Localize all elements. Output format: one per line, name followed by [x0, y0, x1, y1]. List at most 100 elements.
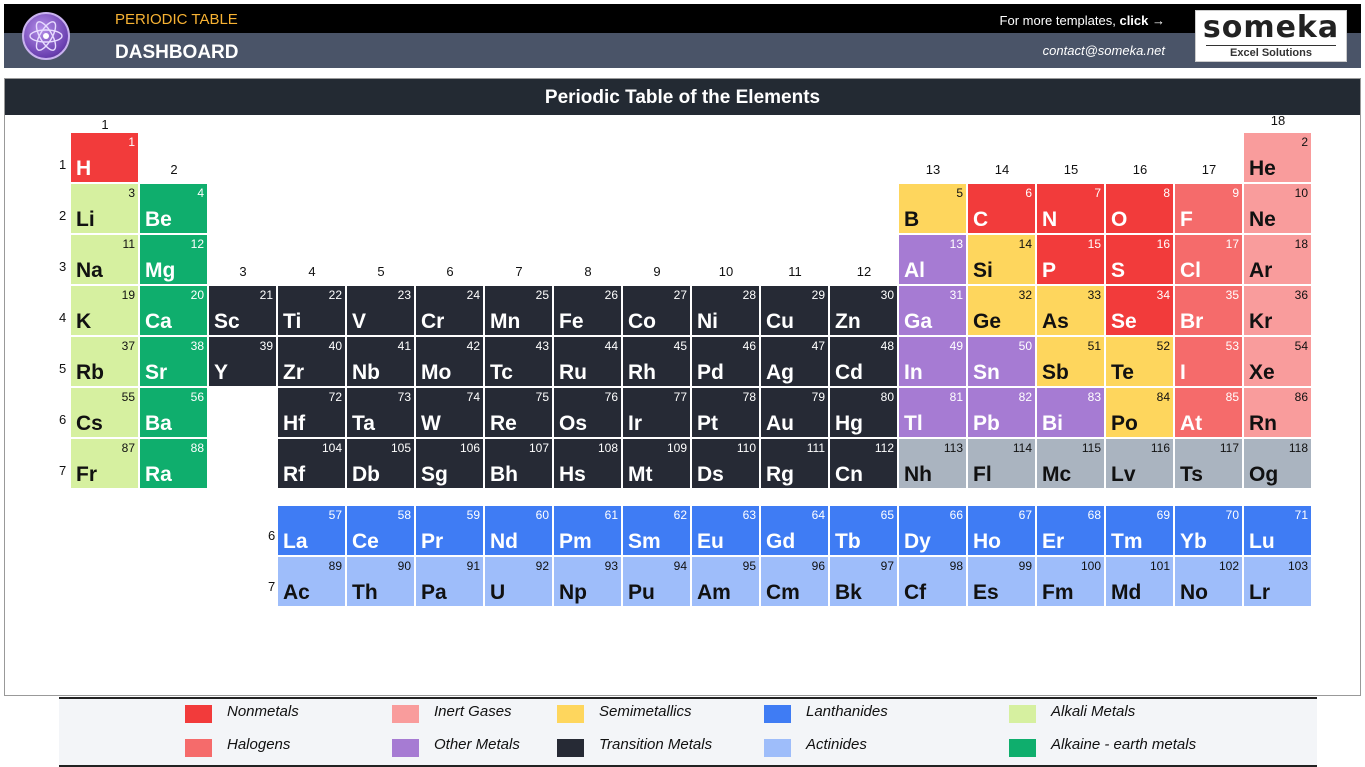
- element-cell-cl[interactable]: 17 Cl: [1175, 235, 1243, 285]
- element-cell-ni[interactable]: 28 Ni: [692, 286, 760, 336]
- element-cell-fr[interactable]: 87 Fr: [71, 439, 139, 489]
- element-cell-as[interactable]: 33 As: [1037, 286, 1105, 336]
- element-cell-bk[interactable]: 97 Bk: [830, 557, 898, 607]
- element-cell-nd[interactable]: 60 Nd: [485, 506, 553, 556]
- element-cell-ce[interactable]: 58 Ce: [347, 506, 415, 556]
- element-cell-sb[interactable]: 51 Sb: [1037, 337, 1105, 387]
- element-cell-mo[interactable]: 42 Mo: [416, 337, 484, 387]
- element-cell-pd[interactable]: 46 Pd: [692, 337, 760, 387]
- element-cell-mn[interactable]: 25 Mn: [485, 286, 553, 336]
- element-cell-li[interactable]: 3 Li: [71, 184, 139, 234]
- element-cell-rh[interactable]: 45 Rh: [623, 337, 691, 387]
- element-cell-ho[interactable]: 67 Ho: [968, 506, 1036, 556]
- element-cell-th[interactable]: 90 Th: [347, 557, 415, 607]
- element-cell-mg[interactable]: 12 Mg: [140, 235, 208, 285]
- element-cell-hg[interactable]: 80 Hg: [830, 388, 898, 438]
- element-cell-se[interactable]: 34 Se: [1106, 286, 1174, 336]
- element-cell-o[interactable]: 8O: [1106, 184, 1174, 234]
- element-cell-at[interactable]: 85 At: [1175, 388, 1243, 438]
- element-cell-pt[interactable]: 78 Pt: [692, 388, 760, 438]
- element-cell-os[interactable]: 76 Os: [554, 388, 622, 438]
- element-cell-i[interactable]: 53 I: [1175, 337, 1243, 387]
- element-cell-cm[interactable]: 96 Cm: [761, 557, 829, 607]
- element-cell-db[interactable]: 105 Db: [347, 439, 415, 489]
- element-cell-mc[interactable]: 115 Mc: [1037, 439, 1105, 489]
- element-cell-rn[interactable]: 86 Rn: [1244, 388, 1312, 438]
- element-cell-bi[interactable]: 83 Bi: [1037, 388, 1105, 438]
- element-cell-sc[interactable]: 21 Sc: [209, 286, 277, 336]
- element-cell-np[interactable]: 93 Np: [554, 557, 622, 607]
- element-cell-n[interactable]: 7N: [1037, 184, 1105, 234]
- element-cell-cu[interactable]: 29 Cu: [761, 286, 829, 336]
- element-cell-zr[interactable]: 40 Zr: [278, 337, 346, 387]
- element-cell-co[interactable]: 27 Co: [623, 286, 691, 336]
- element-cell-eu[interactable]: 63 Eu: [692, 506, 760, 556]
- element-cell-k[interactable]: 19 K: [71, 286, 139, 336]
- more-templates-link[interactable]: For more templates, click →: [1000, 13, 1165, 28]
- element-cell-rf[interactable]: 104 Rf: [278, 439, 346, 489]
- element-cell-ac[interactable]: 89 Ac: [278, 557, 346, 607]
- element-cell-u[interactable]: 92 U: [485, 557, 553, 607]
- element-cell-tm[interactable]: 69 Tm: [1106, 506, 1174, 556]
- element-cell-sr[interactable]: 38 Sr: [140, 337, 208, 387]
- element-cell-rb[interactable]: 37 Rb: [71, 337, 139, 387]
- element-cell-kr[interactable]: 36 Kr: [1244, 286, 1312, 336]
- element-cell-mt[interactable]: 109 Mt: [623, 439, 691, 489]
- element-cell-be[interactable]: 4 Be: [140, 184, 208, 234]
- element-cell-lv[interactable]: 116 Lv: [1106, 439, 1174, 489]
- element-cell-ru[interactable]: 44 Ru: [554, 337, 622, 387]
- element-cell-ra[interactable]: 88 Ra: [140, 439, 208, 489]
- element-cell-pm[interactable]: 61 Pm: [554, 506, 622, 556]
- element-cell-zn[interactable]: 30 Zn: [830, 286, 898, 336]
- element-cell-la[interactable]: 57 La: [278, 506, 346, 556]
- element-cell-cr[interactable]: 24 Cr: [416, 286, 484, 336]
- element-cell-lu[interactable]: 71 Lu: [1244, 506, 1312, 556]
- element-cell-nh[interactable]: 113 Nh: [899, 439, 967, 489]
- element-cell-sg[interactable]: 106 Sg: [416, 439, 484, 489]
- element-cell-fe[interactable]: 26 Fe: [554, 286, 622, 336]
- element-cell-al[interactable]: 13 Al: [899, 235, 967, 285]
- element-cell-si[interactable]: 14 Si: [968, 235, 1036, 285]
- element-cell-nb[interactable]: 41 Nb: [347, 337, 415, 387]
- element-cell-md[interactable]: 101 Md: [1106, 557, 1174, 607]
- element-cell-tc[interactable]: 43 Tc: [485, 337, 553, 387]
- element-cell-pb[interactable]: 82 Pb: [968, 388, 1036, 438]
- element-cell-f[interactable]: 9F: [1175, 184, 1243, 234]
- element-cell-na[interactable]: 11 Na: [71, 235, 139, 285]
- element-cell-hs[interactable]: 108 Hs: [554, 439, 622, 489]
- element-cell-cf[interactable]: 98 Cf: [899, 557, 967, 607]
- element-cell-in[interactable]: 49 In: [899, 337, 967, 387]
- element-cell-h[interactable]: 1H: [71, 133, 139, 183]
- element-cell-p[interactable]: 15 P: [1037, 235, 1105, 285]
- element-cell-re[interactable]: 75 Re: [485, 388, 553, 438]
- element-cell-lr[interactable]: 103 Lr: [1244, 557, 1312, 607]
- element-cell-he[interactable]: 2 He: [1244, 133, 1312, 183]
- element-cell-cn[interactable]: 112 Cn: [830, 439, 898, 489]
- element-cell-sn[interactable]: 50 Sn: [968, 337, 1036, 387]
- element-cell-ti[interactable]: 22 Ti: [278, 286, 346, 336]
- element-cell-w[interactable]: 74 W: [416, 388, 484, 438]
- element-cell-au[interactable]: 79 Au: [761, 388, 829, 438]
- element-cell-yb[interactable]: 70 Yb: [1175, 506, 1243, 556]
- element-cell-ne[interactable]: 10 Ne: [1244, 184, 1312, 234]
- element-cell-ga[interactable]: 31 Ga: [899, 286, 967, 336]
- element-cell-b[interactable]: 5B: [899, 184, 967, 234]
- element-cell-c[interactable]: 6C: [968, 184, 1036, 234]
- element-cell-cd[interactable]: 48 Cd: [830, 337, 898, 387]
- element-cell-xe[interactable]: 54 Xe: [1244, 337, 1312, 387]
- element-cell-tl[interactable]: 81 Tl: [899, 388, 967, 438]
- element-cell-ts[interactable]: 117 Ts: [1175, 439, 1243, 489]
- element-cell-ar[interactable]: 18 Ar: [1244, 235, 1312, 285]
- contact-email-link[interactable]: contact@someka.net: [1043, 43, 1165, 58]
- element-cell-sm[interactable]: 62 Sm: [623, 506, 691, 556]
- element-cell-gd[interactable]: 64 Gd: [761, 506, 829, 556]
- element-cell-y[interactable]: 39 Y: [209, 337, 277, 387]
- element-cell-s[interactable]: 16 S: [1106, 235, 1174, 285]
- element-cell-pa[interactable]: 91 Pa: [416, 557, 484, 607]
- element-cell-ge[interactable]: 32 Ge: [968, 286, 1036, 336]
- element-cell-er[interactable]: 68 Er: [1037, 506, 1105, 556]
- element-cell-es[interactable]: 99 Es: [968, 557, 1036, 607]
- element-cell-bh[interactable]: 107 Bh: [485, 439, 553, 489]
- element-cell-cs[interactable]: 55 Cs: [71, 388, 139, 438]
- element-cell-hf[interactable]: 72 Hf: [278, 388, 346, 438]
